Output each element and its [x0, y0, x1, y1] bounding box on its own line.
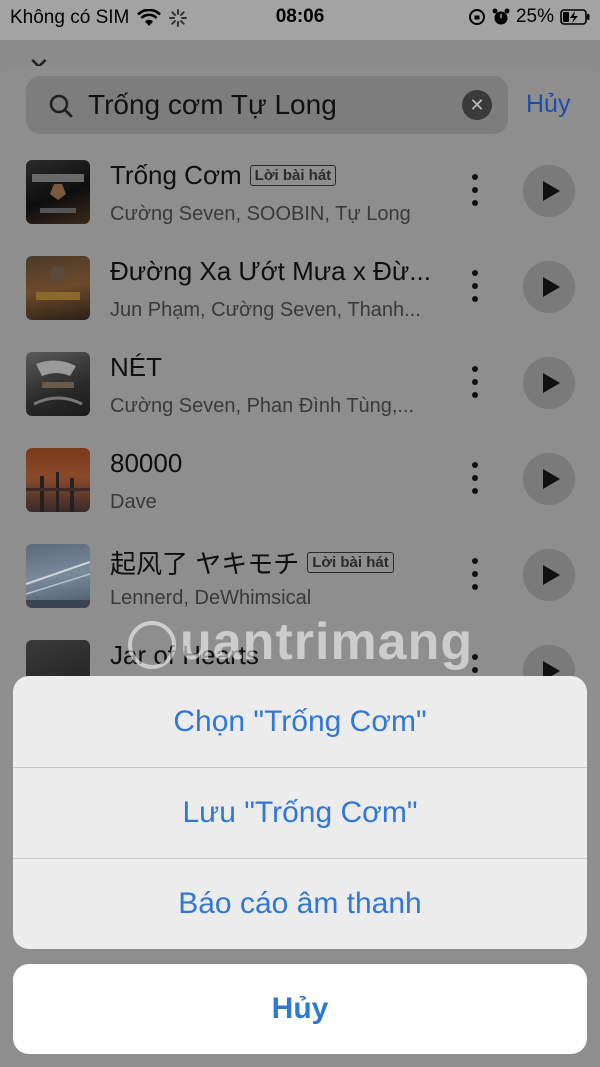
song-title: NÉT	[110, 352, 162, 382]
battery-charging-icon	[560, 9, 590, 25]
album-art	[26, 160, 90, 224]
play-icon	[543, 373, 560, 393]
more-options-button[interactable]	[465, 554, 485, 594]
song-title-line: 起风了 ヤキモチ Lời bài hát	[110, 544, 440, 581]
more-options-button[interactable]	[465, 266, 485, 306]
search-query: Trống cơm Tự Long	[88, 89, 337, 120]
alarm-icon	[492, 8, 510, 25]
list-item[interactable]: NÉT Cường Seven, Phan Đình Tùng,...	[0, 352, 600, 448]
play-icon	[543, 277, 560, 297]
watermark: uantrimang	[128, 612, 473, 672]
play-button[interactable]	[523, 165, 575, 217]
song-title: 80000	[110, 448, 183, 478]
list-item[interactable]: Đường Xa Ướt Mưa x Đừ... Jun Phạm, Cường…	[0, 256, 600, 352]
song-artist: Dave	[110, 491, 157, 513]
song-title-line: 80000	[110, 448, 440, 479]
play-button[interactable]	[523, 357, 575, 409]
clear-search-button[interactable]: ✕	[462, 90, 492, 120]
song-title-line: NÉT	[110, 352, 440, 383]
song-artist: Jun Phạm, Cường Seven, Thanh...	[110, 299, 421, 321]
watermark-text: uantrimang	[180, 613, 474, 671]
play-button[interactable]	[523, 549, 575, 601]
watermark-logo-icon	[128, 621, 176, 670]
album-art	[26, 544, 90, 608]
list-item[interactable]: Trống Cơm Lời bài hát Cường Seven, SOOBI…	[0, 160, 600, 256]
search-input[interactable]: Trống cơm Tự Long ✕	[26, 76, 508, 134]
play-button[interactable]	[523, 453, 575, 505]
report-sound-button[interactable]: Báo cáo âm thanh	[13, 858, 587, 949]
more-options-button[interactable]	[465, 458, 485, 498]
play-icon	[543, 469, 560, 489]
orientation-lock-icon	[468, 9, 485, 25]
song-title-line: Trống Cơm Lời bài hát	[110, 160, 440, 191]
status-right: 25%	[468, 6, 590, 28]
play-icon	[543, 181, 560, 201]
play-button[interactable]	[523, 261, 575, 313]
select-sound-button[interactable]: Chọn "Trống Cơm"	[13, 676, 587, 767]
lyrics-badge: Lời bài hát	[249, 165, 337, 186]
song-title: 起风了 ヤキモチ	[110, 549, 300, 579]
list-item[interactable]: 80000 Dave	[0, 448, 600, 544]
album-art	[26, 448, 90, 512]
search-icon	[49, 94, 73, 118]
song-artist: Lennerd, DeWhimsical	[110, 587, 312, 609]
more-options-button[interactable]	[465, 170, 485, 210]
song-artist: Cường Seven, Phan Đình Tùng,...	[110, 395, 415, 417]
status-bar: Không có SIM 08:06 25%	[0, 0, 600, 40]
action-sheet-cancel-button[interactable]: Hủy	[13, 964, 587, 1054]
save-sound-button[interactable]: Lưu "Trống Cơm"	[13, 767, 587, 858]
lyrics-badge: Lời bài hát	[307, 552, 394, 573]
album-art	[26, 256, 90, 320]
song-title: Đường Xa Ướt Mưa x Đừ...	[110, 256, 431, 286]
song-title: Trống Cơm	[110, 160, 242, 190]
action-sheet: Chọn "Trống Cơm" Lưu "Trống Cơm" Báo cáo…	[13, 676, 587, 949]
song-title-line: Đường Xa Ướt Mưa x Đừ...	[110, 256, 440, 287]
search-row: Trống cơm Tự Long ✕ Hủy	[0, 76, 600, 136]
play-icon	[543, 565, 560, 585]
more-options-button[interactable]	[465, 362, 485, 402]
search-cancel-button[interactable]: Hủy	[526, 90, 570, 119]
album-art	[26, 352, 90, 416]
battery-percent: 25%	[515, 6, 554, 27]
song-artist: Cường Seven, SOOBIN, Tự Long	[110, 203, 411, 225]
